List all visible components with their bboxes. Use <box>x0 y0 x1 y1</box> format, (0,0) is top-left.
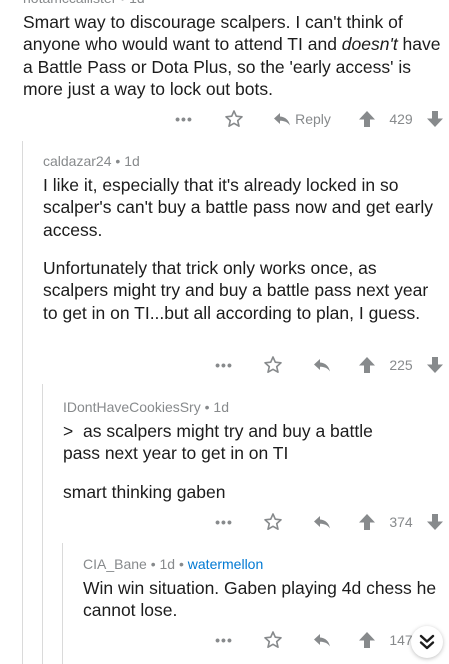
downvote-icon <box>427 111 443 127</box>
comment-author[interactable]: notamccallister <box>23 0 116 6</box>
collapse-chevrons-icon <box>419 634 435 650</box>
upvote-button[interactable] <box>356 628 378 652</box>
award-icon <box>264 631 282 648</box>
award-icon <box>225 110 243 127</box>
meta-separator: • <box>150 556 156 572</box>
more-options-button[interactable]: ••• <box>170 107 198 131</box>
more-options-button[interactable]: ••• <box>210 628 238 652</box>
more-options-button[interactable]: ••• <box>210 353 238 377</box>
collapse-thread-button[interactable] <box>411 626 443 658</box>
comment-actions: ••• 147 <box>0 628 449 652</box>
score-count: 225 <box>389 357 413 373</box>
upvote-button[interactable] <box>356 353 378 377</box>
comment-actions: ••• 374 <box>0 510 449 534</box>
score: 374 <box>382 510 420 534</box>
meta-separator: • <box>115 153 121 169</box>
comment-actions: ••• 225 <box>0 353 449 377</box>
comment-paragraph: Win win situation. Gaben playing 4d ches… <box>83 578 437 621</box>
quote-block: > as scalpers might try and buy a battle… <box>63 420 443 465</box>
reply-arrow-icon <box>314 516 330 529</box>
downvote-button[interactable] <box>424 510 446 534</box>
score-count: 147 <box>389 632 413 648</box>
comment-meta: CIA_Bane • 1d • watermellon <box>83 556 263 572</box>
more-options-button[interactable]: ••• <box>210 510 238 534</box>
comment-age: 1d <box>159 556 176 572</box>
comment-actions: ••• Reply 429 <box>0 107 449 131</box>
comment-author[interactable]: caldazar24 <box>43 153 112 169</box>
upvote-button[interactable] <box>356 510 378 534</box>
award-button[interactable] <box>261 628 285 652</box>
reply-label: Reply <box>295 111 331 127</box>
upvote-icon <box>359 111 375 127</box>
quote-text: as scalpers might try and buy a battle p… <box>63 421 373 464</box>
reply-arrow-icon <box>274 113 291 126</box>
comment-age: 1d <box>124 153 140 169</box>
score-count: 374 <box>389 514 413 530</box>
award-button[interactable] <box>261 510 285 534</box>
reply-button[interactable] <box>310 628 334 652</box>
upvote-icon <box>359 514 375 530</box>
upvote-icon <box>359 632 375 648</box>
more-options-icon: ••• <box>215 357 233 373</box>
upvote-icon <box>359 357 375 373</box>
meta-separator: • <box>178 556 184 572</box>
more-options-icon: ••• <box>215 514 233 530</box>
comment-body: Smart way to discourage scalpers. I can'… <box>23 11 448 100</box>
downvote-button[interactable] <box>424 107 446 131</box>
comment-paragraph: smart thinking gaben <box>63 482 226 502</box>
comment-age: 1d <box>129 0 145 6</box>
more-options-icon: ••• <box>175 111 193 127</box>
comment-meta: notamccallister • 1d <box>23 0 145 6</box>
score-count: 429 <box>389 111 413 127</box>
award-icon <box>264 513 282 530</box>
comment-author[interactable]: CIA_Bane <box>83 556 147 572</box>
reply-button[interactable] <box>310 353 334 377</box>
reply-arrow-icon <box>314 359 330 372</box>
award-button[interactable] <box>222 107 246 131</box>
comment-author[interactable]: IDontHaveCookiesSry <box>63 399 201 415</box>
reply-button[interactable]: Reply <box>270 107 334 131</box>
reply-arrow-icon <box>314 634 330 647</box>
meta-separator: • <box>204 399 210 415</box>
upvote-button[interactable] <box>356 107 378 131</box>
thread-line[interactable] <box>22 141 23 664</box>
comment-meta: IDontHaveCookiesSry • 1d <box>63 399 229 415</box>
comment-paragraph: I like it, especially that it's already … <box>43 175 433 240</box>
more-options-icon: ••• <box>215 632 233 648</box>
comment-text-emphasis: doesn't <box>341 34 398 55</box>
award-icon <box>264 356 282 373</box>
quote-marker: > <box>63 421 74 441</box>
comment-paragraph: Unfortunately that trick only works once… <box>43 258 429 323</box>
downvote-icon <box>427 514 443 530</box>
downvote-button[interactable] <box>424 353 446 377</box>
downvote-icon <box>427 357 443 373</box>
score: 429 <box>382 107 420 131</box>
award-button[interactable] <box>261 353 285 377</box>
reply-button[interactable] <box>310 510 334 534</box>
user-flair: watermellon <box>187 556 264 572</box>
comment-meta: caldazar24 • 1d <box>43 153 140 169</box>
meta-separator: • <box>120 0 125 6</box>
comment-age: 1d <box>213 399 229 415</box>
score: 225 <box>382 353 420 377</box>
